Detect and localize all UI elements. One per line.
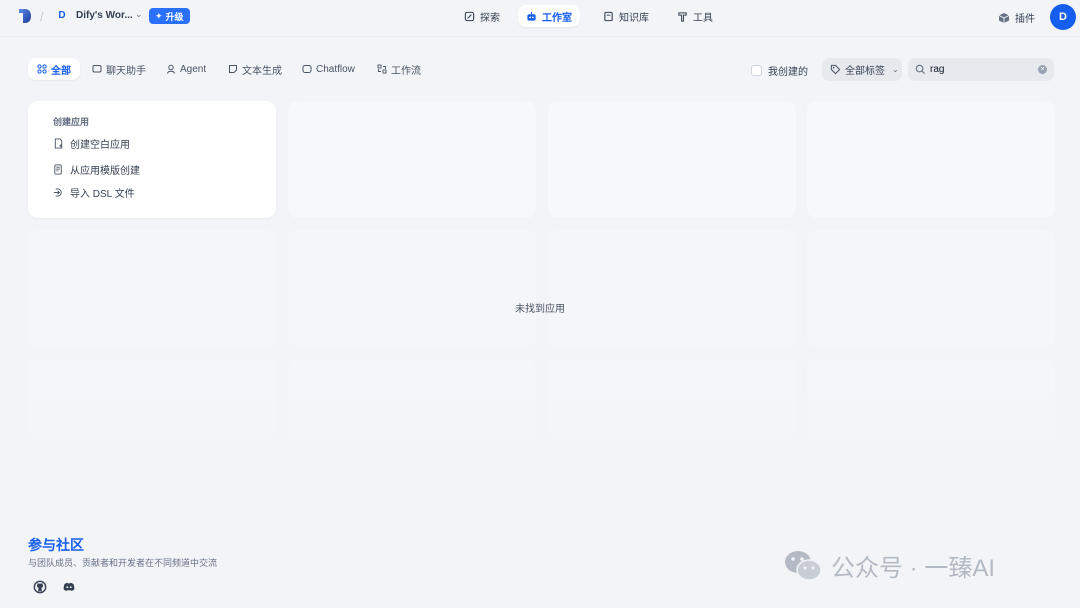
header-divider bbox=[0, 36, 1080, 37]
wechat-icon bbox=[785, 550, 822, 581]
placeholder-card bbox=[288, 101, 536, 218]
tab-agent[interactable]: Agent bbox=[157, 58, 215, 80]
hammer-icon bbox=[678, 11, 687, 22]
placeholder-card bbox=[807, 101, 1055, 218]
template-icon bbox=[54, 164, 62, 175]
chatflow-icon bbox=[302, 65, 312, 73]
upgrade-button[interactable]: ✦ 升级 bbox=[149, 8, 190, 24]
tag-icon bbox=[830, 64, 841, 75]
tab-label: Chatflow bbox=[316, 63, 355, 75]
placeholder-card bbox=[288, 359, 536, 476]
tab-chat-assistant[interactable]: 聊天助手 bbox=[83, 58, 155, 80]
search-input[interactable] bbox=[930, 64, 1030, 75]
placeholder-card bbox=[28, 230, 276, 347]
robot-icon bbox=[527, 11, 536, 21]
tab-chatflow[interactable]: Chatflow bbox=[293, 58, 364, 80]
user-avatar[interactable]: D bbox=[1050, 4, 1076, 30]
watermark: 公众号 · 一臻AI bbox=[783, 548, 995, 583]
placeholder-card bbox=[288, 230, 536, 347]
created-by-me-label: 我创建的 bbox=[768, 67, 808, 78]
created-by-me-filter[interactable]: 我创建的 bbox=[751, 63, 808, 78]
grid-icon bbox=[37, 64, 47, 74]
search-box: × bbox=[908, 58, 1054, 81]
placeholder-card bbox=[807, 230, 1055, 347]
search-icon bbox=[915, 64, 926, 75]
dify-logo[interactable] bbox=[18, 8, 32, 24]
sparkle-icon: ✦ bbox=[155, 10, 163, 21]
tab-label: 全部 bbox=[51, 65, 71, 77]
chevron-down-icon: ⌄ bbox=[892, 65, 899, 74]
tag-filter-select[interactable]: 全部标签 ⌄ bbox=[822, 58, 902, 81]
tab-label: 聊天助手 bbox=[106, 65, 146, 77]
discord-icon[interactable] bbox=[62, 580, 76, 594]
watermark-text: 公众号 · 一臻AI bbox=[831, 555, 996, 582]
create-blank-app-button[interactable]: 创建空白应用 bbox=[53, 136, 130, 151]
create-item-label: 从应用模版创建 bbox=[70, 166, 140, 177]
nav-explore[interactable]: 探索 bbox=[456, 5, 508, 27]
nav-studio[interactable]: 工作室 bbox=[518, 5, 580, 27]
upgrade-label: 升级 bbox=[165, 11, 184, 22]
breadcrumb-separator: / bbox=[40, 9, 44, 24]
created-by-me-checkbox[interactable] bbox=[751, 65, 762, 76]
workflow-icon bbox=[377, 64, 387, 74]
placeholder-card bbox=[548, 230, 796, 347]
placeholder-card bbox=[548, 101, 796, 218]
community-description: 与团队成员、贡献者和开发者在不同频道中交流 bbox=[28, 558, 218, 568]
tab-label: Agent bbox=[180, 63, 207, 75]
import-icon bbox=[53, 188, 62, 197]
nav-label: 工具 bbox=[693, 12, 713, 24]
book-icon bbox=[604, 11, 613, 21]
placeholder-card bbox=[28, 359, 276, 476]
create-app-card: 创建应用 创建空白应用 从应用模版创建 导入 DSL 文件 bbox=[28, 101, 276, 218]
tab-text-generation[interactable]: 文本生成 bbox=[219, 58, 291, 80]
explore-icon bbox=[464, 11, 475, 21]
chat-icon bbox=[92, 65, 102, 73]
tag-filter-label: 全部标签 bbox=[845, 66, 885, 77]
nav-tools[interactable]: 工具 bbox=[669, 5, 721, 27]
chevron-down-icon[interactable]: ⌄ bbox=[135, 9, 143, 20]
top-header: / D Dify's Wor... ⌄ ✦ 升级 探索 工作室 知识库 工具 插… bbox=[0, 0, 1080, 34]
note-icon bbox=[229, 65, 237, 73]
create-item-label: 创建空白应用 bbox=[70, 140, 130, 151]
nav-label: 工作室 bbox=[542, 12, 572, 24]
tab-all[interactable]: 全部 bbox=[28, 58, 80, 80]
placeholder-card bbox=[548, 359, 796, 476]
create-from-template-button[interactable]: 从应用模版创建 bbox=[53, 162, 140, 177]
tab-workflow[interactable]: 工作流 bbox=[368, 58, 430, 80]
import-dsl-button[interactable]: 导入 DSL 文件 bbox=[53, 185, 135, 200]
create-item-label: 导入 DSL 文件 bbox=[70, 189, 135, 200]
clear-search-icon[interactable]: × bbox=[1038, 65, 1047, 74]
empty-state-message: 未找到应用 bbox=[515, 304, 565, 315]
nav-label: 探索 bbox=[480, 12, 500, 24]
create-app-title: 创建应用 bbox=[53, 117, 90, 127]
nav-knowledge[interactable]: 知识库 bbox=[595, 5, 657, 27]
blank-file-icon bbox=[54, 138, 63, 149]
workspace-name[interactable]: Dify's Wor... bbox=[76, 10, 133, 21]
placeholder-card bbox=[807, 359, 1055, 476]
nav-label: 知识库 bbox=[619, 12, 649, 24]
agent-icon bbox=[167, 64, 175, 74]
tab-label: 工作流 bbox=[391, 65, 421, 77]
github-icon[interactable] bbox=[33, 580, 47, 594]
workspace-avatar: D bbox=[58, 10, 66, 21]
plugins-label: 插件 bbox=[1015, 14, 1035, 25]
tab-label: 文本生成 bbox=[242, 65, 282, 77]
cube-icon bbox=[998, 12, 1010, 23]
community-title: 参与社区 bbox=[28, 537, 84, 553]
plugins-button[interactable]: 插件 bbox=[998, 10, 1035, 25]
